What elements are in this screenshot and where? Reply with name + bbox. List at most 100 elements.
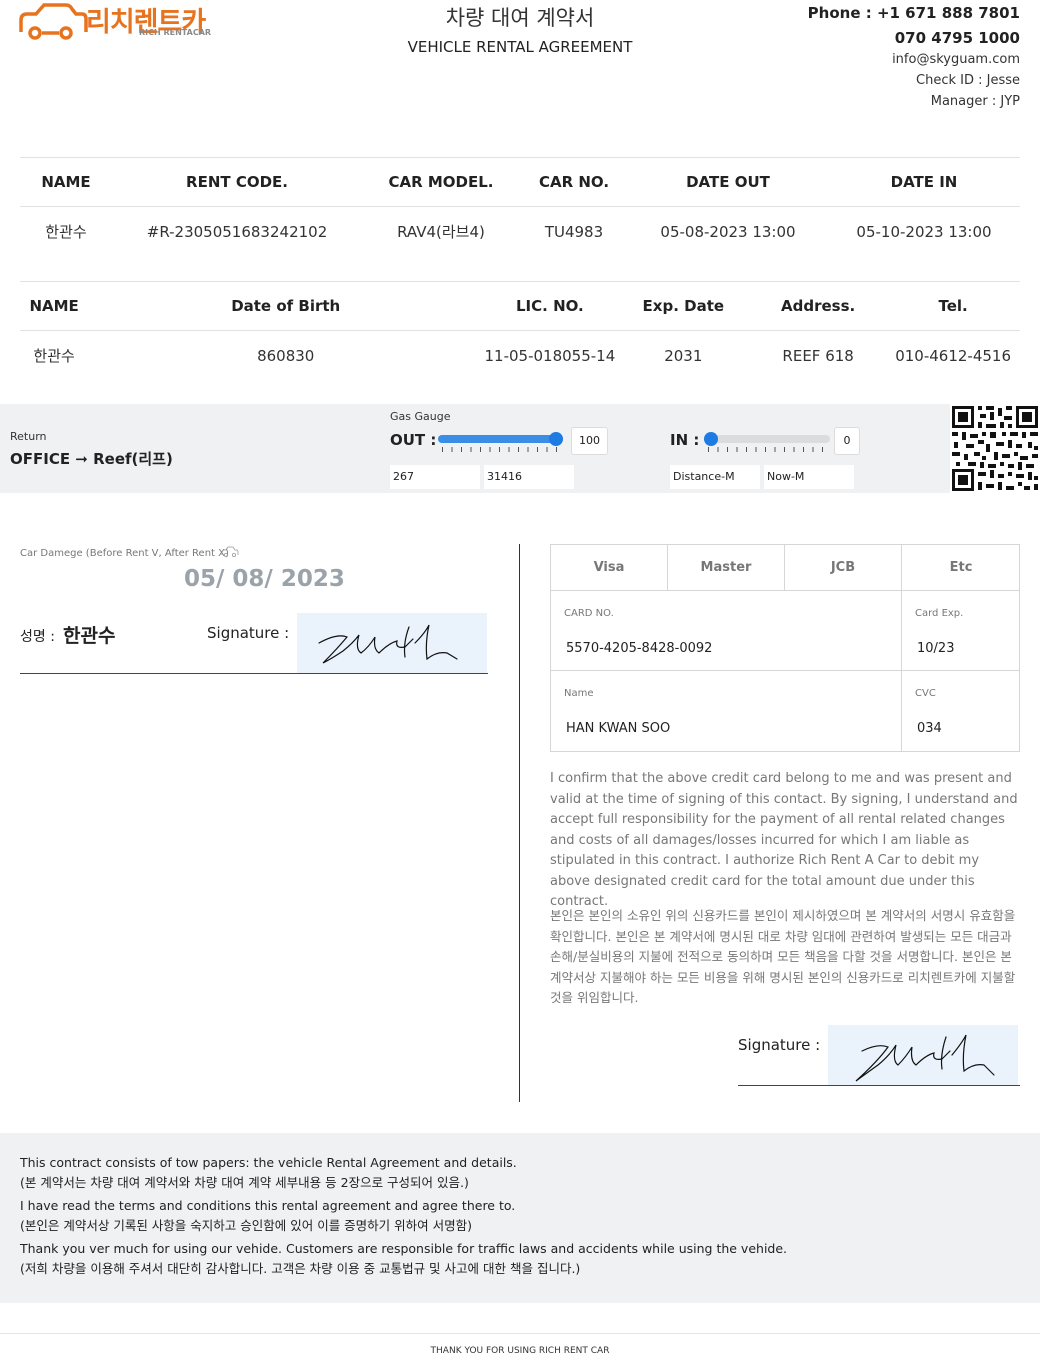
gas-gauge-label: Gas Gauge [390, 410, 451, 423]
column-header: NAME [20, 157, 112, 207]
date-of-birth: 860830 [257, 346, 315, 365]
return-label: Return [10, 430, 47, 443]
column-header: CAR NO. [520, 157, 628, 207]
card-type-visa[interactable]: Visa [551, 545, 668, 591]
gauge-out-value[interactable]: 100 [571, 427, 608, 455]
table-header-row: NAME Date of Birth LIC. NO. Exp. Date Ad… [20, 281, 1020, 331]
qr-code-icon [950, 404, 1040, 493]
cvc-cell: CVC 034 [902, 671, 1020, 751]
column-header: Date of Birth [88, 281, 484, 331]
slider-ticks [442, 447, 559, 452]
driver-name: 한관수 [33, 347, 75, 366]
vertical-divider [519, 544, 520, 1102]
cvc-value: 034 [917, 721, 942, 736]
phone-primary: Phone : +1 671 888 7801 [807, 4, 1020, 22]
slider-fill [438, 435, 563, 443]
name-label: 성명 : [20, 629, 55, 645]
note-ko: (본 계약서는 차량 대여 계약서와 차량 대여 계약 세부내용 등 2장으로 … [20, 1174, 469, 1190]
cvc-label: CVC [915, 688, 936, 699]
note-ko: (저희 차량을 이용해 주셔서 대단히 감사합니다. 고객은 차량 이용 중 교… [20, 1260, 581, 1276]
gauge-out-label: OUT : [390, 431, 437, 449]
column-header: Tel. [886, 281, 1020, 331]
card-type-jcb[interactable]: JCB [785, 545, 902, 591]
signature-label: Signature : [207, 624, 290, 642]
car-outline-icon [221, 546, 239, 558]
left-divider-line [20, 673, 488, 674]
card-exp-value: 10/23 [917, 641, 955, 656]
cardholder-name-cell: Name HAN KWAN SOO [551, 671, 902, 751]
name-value: 한관수 [63, 625, 116, 647]
column-header: LIC. NO. [483, 281, 617, 331]
table-row: 한관수 #R-2305051683242102 RAV4(라브4) TU4983… [20, 207, 1020, 257]
car-damage-label: Car Damege (Before Rent V, After Rent X) [20, 548, 229, 559]
card-number-cell: CARD NO. 5570-4205-8428-0092 [551, 591, 902, 671]
column-header: DATE IN [828, 157, 1020, 207]
manager: Manager : JYP [930, 94, 1020, 109]
note-2: I have read the terms and conditions thi… [20, 1196, 1020, 1235]
gauge-in-label: IN : [670, 431, 700, 449]
note-ko: (본인은 계약서상 기록된 사항을 숙지하고 승인함에 있어 이를 증명하기 위… [20, 1217, 472, 1233]
contract-notes: This contract consists of tow papers: th… [0, 1133, 1040, 1303]
out-now-field[interactable]: 31416 [484, 465, 574, 489]
card-number-value: 5570-4205-8428-0092 [566, 641, 713, 656]
column-header: DATE OUT [628, 157, 828, 207]
column-header: CAR MODEL. [362, 157, 520, 207]
right-divider-line [738, 1085, 1020, 1086]
table-header-row: NAME RENT CODE. CAR MODEL. CAR NO. DATE … [20, 157, 1020, 207]
address: REEF 618 [782, 346, 854, 365]
rental-table: NAME RENT CODE. CAR MODEL. CAR NO. DATE … [20, 157, 1020, 257]
slider-knob[interactable] [704, 432, 718, 446]
table-row: 한관수 860830 11-05-018055-14 2031 REEF 618… [20, 331, 1020, 381]
column-header: NAME [20, 281, 89, 331]
gauge-out-slider[interactable] [438, 425, 563, 455]
note-3: Thank you ver much for using our vehide.… [20, 1239, 1020, 1278]
card-type-etc[interactable]: Etc [902, 545, 1020, 591]
card-signature-label: Signature : [738, 1036, 821, 1054]
date-in: 05-10-2023 13:00 [856, 222, 992, 241]
terms-korean: 본인은 본인의 소유인 위의 신용카드를 본인이 제시하였으며 본 계약서의 서… [550, 908, 1016, 1005]
terms-english: I confirm that the above credit card bel… [550, 771, 1018, 909]
in-now-field[interactable]: Now-M [764, 465, 854, 489]
car-model: RAV4(라브4) [397, 223, 485, 242]
telephone: 010-4612-4516 [895, 346, 1012, 365]
out-distance-field[interactable]: 267 [390, 465, 480, 489]
note-en: Thank you ver much for using our vehide.… [20, 1241, 788, 1256]
card-exp-cell: Card Exp. 10/23 [902, 591, 1020, 671]
cardholder-name-value: HAN KWAN SOO [566, 721, 671, 736]
license-exp-date: 2031 [664, 346, 703, 365]
driver-table: NAME Date of Birth LIC. NO. Exp. Date Ad… [20, 281, 1020, 381]
slider-ticks [708, 447, 826, 452]
return-gauge-panel: Return OFFICE ➞ Reef(리프) Gas Gauge OUT :… [0, 404, 1040, 493]
in-distance-field[interactable]: Distance-M [670, 465, 760, 489]
phone-secondary: 070 4795 1000 [894, 29, 1020, 47]
car-number: TU4983 [544, 222, 604, 241]
rent-code: #R-2305051683242102 [146, 222, 328, 241]
gauge-in-slider[interactable] [704, 425, 830, 455]
card-number-label: CARD NO. [564, 608, 614, 619]
note-en: I have read the terms and conditions thi… [20, 1198, 516, 1213]
credit-card-box: Visa Master JCB Etc CARD NO. 5570-4205-8… [550, 544, 1020, 752]
note-en: This contract consists of tow papers: th… [20, 1155, 517, 1170]
signature-pad[interactable] [297, 613, 487, 673]
note-1: This contract consists of tow papers: th… [20, 1153, 1020, 1192]
gauge-in-value[interactable]: 0 [834, 427, 860, 455]
column-header: Exp. Date [616, 281, 750, 331]
card-signature-pad[interactable] [828, 1025, 1018, 1085]
footer-divider [0, 1333, 1040, 1334]
card-exp-label: Card Exp. [915, 608, 964, 619]
signature-image [318, 624, 458, 664]
card-type-master[interactable]: Master [668, 545, 785, 591]
renter-name: 한관수 [45, 223, 87, 242]
email: info@skyguam.com [892, 52, 1020, 67]
return-route: OFFICE ➞ Reef(리프) [10, 450, 173, 468]
footer-text: THANK YOU FOR USING RICH RENT CAR [430, 1346, 610, 1356]
damage-date: 05/ 08/ 2023 [184, 566, 345, 592]
check-id: Check ID : Jesse [916, 73, 1020, 88]
slider-knob[interactable] [549, 432, 563, 446]
signature-image [855, 1034, 995, 1082]
contact-info: Phone : +1 671 888 7801 070 4795 1000 in… [808, 3, 1020, 112]
cardholder-name-label: Name [564, 688, 594, 699]
date-out: 05-08-2023 13:00 [660, 222, 796, 241]
license-number: 11-05-018055-14 [484, 346, 616, 365]
column-header: RENT CODE. [112, 157, 362, 207]
